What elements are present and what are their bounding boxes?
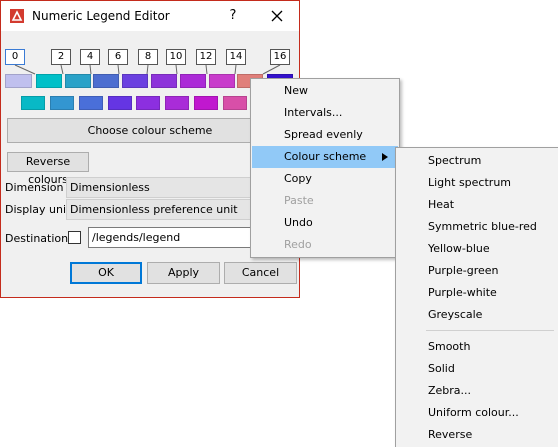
scheme-option-label: Purple-white [428,286,497,299]
menu-item-label: Spread evenly [284,128,363,141]
menu-item-label: Copy [284,172,312,185]
scheme-option-label: Heat [428,198,455,211]
scheme-option-label: Uniform colour... [428,406,519,419]
menu-item-label: Undo [284,216,313,229]
interval-colour-swatch[interactable] [50,96,74,110]
scheme-option-label: Yellow-blue [428,242,490,255]
context-menu-item[interactable]: Spread evenly [252,124,398,146]
dimension-label: Dimension [5,181,64,194]
menu-item-label: Redo [284,238,312,251]
menu-item-label: Colour scheme [284,150,367,163]
colour-swatch[interactable] [5,74,32,88]
colour-swatch[interactable] [93,74,119,88]
scheme-option-label: Light spectrum [428,176,511,189]
scheme-option-label: Solid [428,362,455,375]
colour-swatch[interactable] [151,74,177,88]
scheme-option-label: Spectrum [428,154,482,167]
colour-swatch[interactable] [180,74,206,88]
colour-scheme-option[interactable]: Uniform colour... [397,402,557,424]
context-menu-item[interactable]: Intervals... [252,102,398,124]
legend-context-menu: New Intervals... Spread evenly Colour schem… [250,78,400,258]
colour-scheme-option[interactable]: Smooth [397,336,557,358]
colour-scheme-option[interactable]: Purple-green [397,260,557,282]
context-menu-item: Paste [252,190,398,212]
scheme-option-label: Reverse [428,428,473,441]
context-menu-item: Redo [252,234,398,256]
context-menu-item[interactable]: Undo [252,212,398,234]
scheme-option-label: Purple-green [428,264,499,277]
colour-scheme-submenu: Spectrum Light spectrum Heat Symmetric blue… [395,147,558,447]
colour-scheme-option[interactable]: Purple-white [397,282,557,304]
scheme-option-label: Symmetric blue-red [428,220,537,233]
colour-swatch[interactable] [209,74,235,88]
interval-colour-swatch[interactable] [136,96,160,110]
menu-item-label: Intervals... [284,106,343,119]
scheme-option-label: Zebra... [428,384,472,397]
interval-colour-swatch[interactable] [21,96,45,110]
interval-colour-swatch[interactable] [79,96,103,110]
tick-connector [14,64,36,75]
ok-button[interactable]: OK [70,262,142,284]
colour-scheme-option[interactable]: Heat [397,194,557,216]
colour-scheme-option[interactable]: Zebra... [397,380,557,402]
display-unit-label: Display unit [5,203,71,216]
colour-scheme-option[interactable]: Greyscale [397,304,557,326]
tick-connector [175,64,178,75]
tick-connector [262,64,281,75]
tick-connector [205,64,208,75]
colour-scheme-option[interactable]: Solid [397,358,557,380]
destination-label: Destination [5,232,69,245]
interval-colour-swatch[interactable] [223,96,247,110]
tick-connector [89,64,92,75]
scheme-option-label: Greyscale [428,308,483,321]
cancel-button[interactable]: Cancel [224,262,297,284]
colour-scheme-option[interactable]: Light spectrum [397,172,557,194]
interval-colour-swatch[interactable] [165,96,189,110]
reverse-colours-button[interactable]: Reverse colours [7,152,89,186]
tick-connector [117,64,120,75]
colour-swatch[interactable] [122,74,148,88]
tick-connector [146,64,149,75]
destination-checkbox[interactable] [68,231,81,244]
context-menu-item[interactable]: Colour scheme [252,146,398,168]
interval-colour-swatch[interactable] [108,96,132,110]
context-menu-item[interactable]: Copy [252,168,398,190]
scheme-option-label: Smooth [428,340,471,353]
tick-connector [60,64,64,75]
colour-scheme-option[interactable]: Reverse [397,424,557,446]
colour-scheme-option[interactable]: Symmetric blue-red [397,216,557,238]
menu-separator [426,330,554,331]
context-menu-item[interactable]: New [252,80,398,102]
tick-connector-lines [14,64,281,75]
colour-swatch[interactable] [36,74,62,88]
tick-connector [234,64,237,75]
colour-scheme-option[interactable]: Spectrum [397,150,557,172]
submenu-arrow-icon [382,153,388,161]
colour-swatch[interactable] [65,74,91,88]
interval-colour-swatch[interactable] [194,96,218,110]
colour-scheme-option[interactable]: Yellow-blue [397,238,557,260]
menu-item-label: Paste [284,194,314,207]
apply-button[interactable]: Apply [147,262,220,284]
menu-item-label: New [284,84,308,97]
